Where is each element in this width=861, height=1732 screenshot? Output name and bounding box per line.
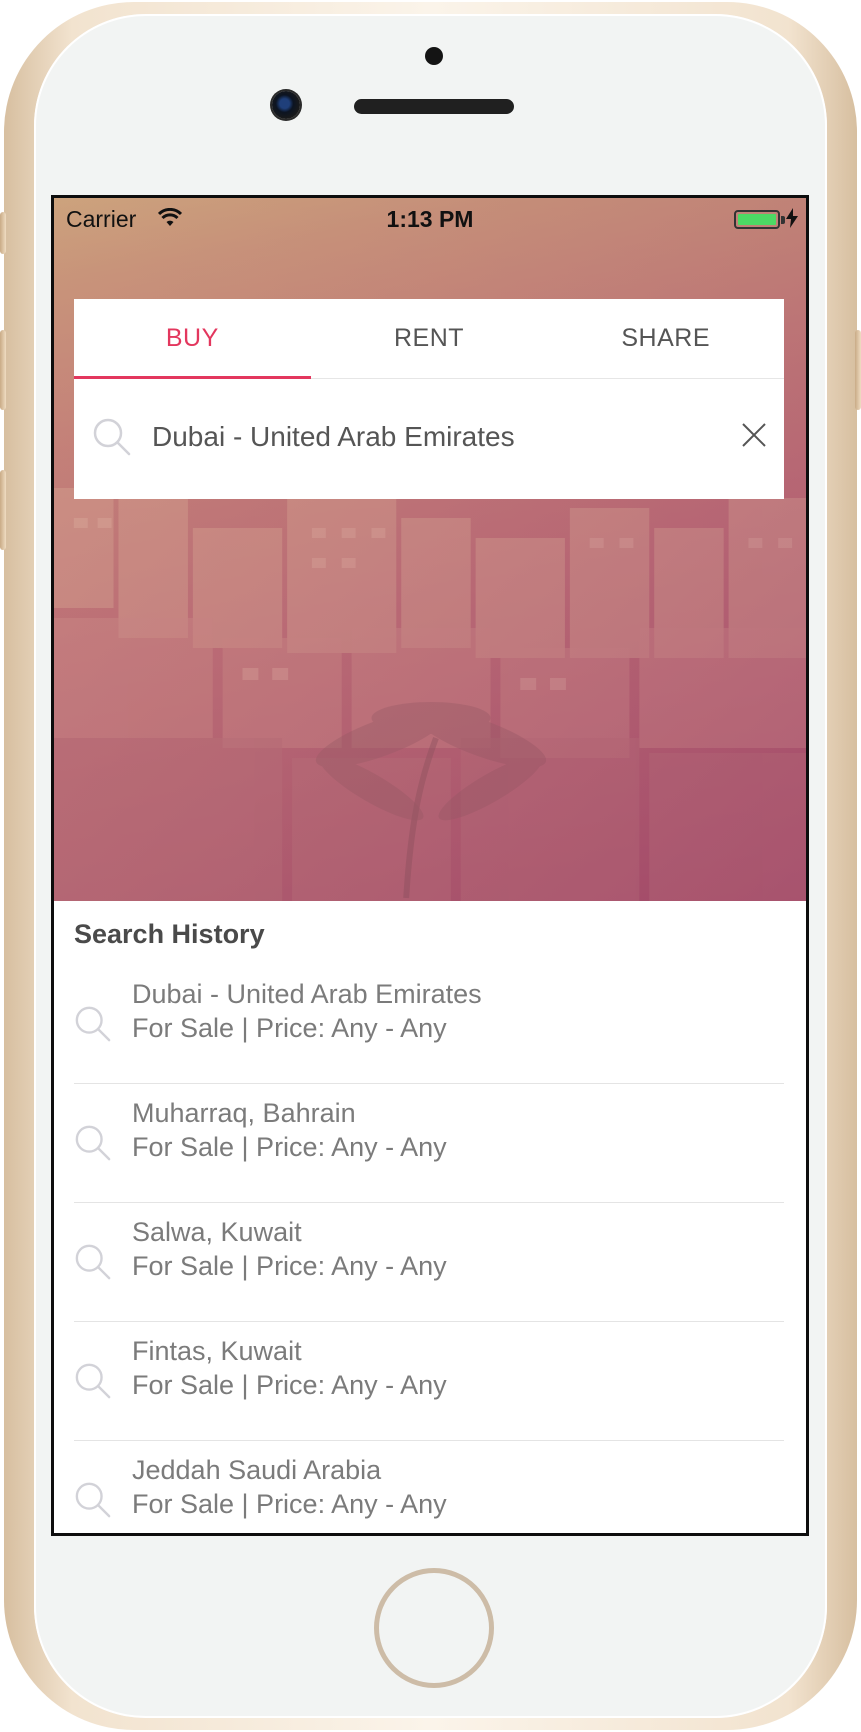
history-item[interactable]: Fintas, Kuwait For Sale | Price: Any - A…	[74, 1322, 784, 1441]
tab-buy[interactable]: BUY	[74, 299, 311, 379]
close-icon	[742, 423, 766, 447]
front-camera-icon	[272, 91, 300, 119]
search-icon	[75, 1482, 111, 1518]
battery-level-fill	[738, 214, 776, 225]
search-history-section: Search History Dubai - United Arab Emira…	[54, 901, 806, 1533]
status-bar: Carrier 1:13 PM	[54, 198, 806, 240]
earpiece-speaker	[354, 99, 514, 114]
search-icon	[93, 418, 131, 456]
history-details: For Sale | Price: Any - Any	[132, 1251, 447, 1281]
search-icon	[75, 1125, 111, 1161]
search-icon	[75, 1006, 111, 1042]
charging-bolt-icon	[786, 208, 798, 228]
mute-switch	[0, 212, 6, 254]
clear-search-button[interactable]	[736, 417, 772, 453]
history-location: Salwa, Kuwait	[132, 1217, 302, 1247]
search-card: BUY RENT SHARE	[74, 299, 784, 499]
phone-screen: Carrier 1:13 PM BUY RENT SHARE Dubai - U…	[51, 195, 809, 1536]
search-row	[74, 379, 784, 499]
history-details: For Sale | Price: Any - Any	[132, 1370, 447, 1400]
tab-rent[interactable]: RENT	[311, 299, 548, 378]
volume-up-button	[0, 330, 6, 410]
search-input[interactable]	[152, 413, 692, 461]
search-history-list: Dubai - United Arab Emirates For Sale | …	[74, 965, 784, 1533]
search-icon	[75, 1363, 111, 1399]
history-item[interactable]: Salwa, Kuwait For Sale | Price: Any - An…	[74, 1203, 784, 1322]
volume-down-button	[0, 470, 6, 550]
history-details: For Sale | Price: Any - Any	[132, 1132, 447, 1162]
history-location: Jeddah Saudi Arabia	[132, 1455, 382, 1485]
history-location: Dubai - United Arab Emirates	[132, 979, 482, 1009]
history-item[interactable]: Dubai - United Arab Emirates For Sale | …	[74, 965, 784, 1084]
battery-icon	[734, 210, 780, 229]
proximity-sensor	[425, 47, 443, 65]
history-location: Muharraq, Bahrain	[132, 1098, 356, 1128]
history-item[interactable]: Muharraq, Bahrain For Sale | Price: Any …	[74, 1084, 784, 1203]
search-history-title: Search History	[74, 919, 265, 949]
history-details: For Sale | Price: Any - Any	[132, 1489, 447, 1519]
history-details: For Sale | Price: Any - Any	[132, 1013, 447, 1043]
listing-type-tabs: BUY RENT SHARE	[74, 299, 784, 379]
home-button[interactable]	[374, 1568, 494, 1688]
history-item[interactable]: Jeddah Saudi Arabia For Sale | Price: An…	[74, 1441, 784, 1533]
search-icon	[75, 1244, 111, 1280]
tab-share[interactable]: SHARE	[547, 299, 784, 378]
hero-cityscape-image: Carrier 1:13 PM BUY RENT SHARE	[54, 198, 806, 901]
history-location: Fintas, Kuwait	[132, 1336, 302, 1366]
status-time: 1:13 PM	[386, 206, 474, 232]
battery-tip	[781, 216, 785, 224]
power-button	[855, 330, 861, 410]
